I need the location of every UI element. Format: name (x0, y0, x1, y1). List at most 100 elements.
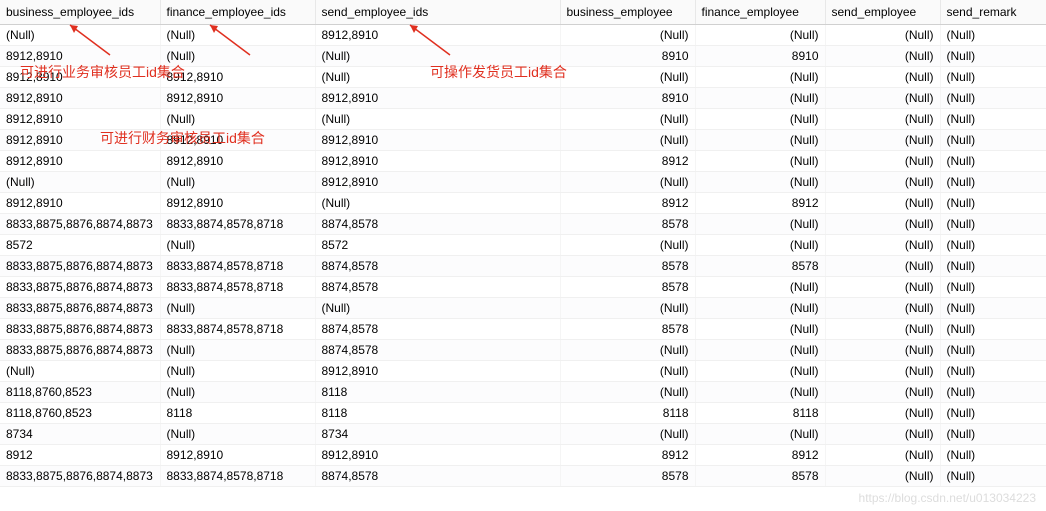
table-cell[interactable]: (Null) (825, 87, 940, 108)
table-row[interactable]: 8912,89108912,89108912,8910(Null)(Null)(… (0, 129, 1046, 150)
table-cell[interactable]: (Null) (940, 234, 1046, 255)
table-row[interactable]: 8912,89108912,89108912,89108910(Null)(Nu… (0, 87, 1046, 108)
table-cell[interactable]: 8912 (695, 444, 825, 465)
table-cell[interactable]: 8578 (560, 255, 695, 276)
col-header-finance-employee-ids[interactable]: finance_employee_ids (160, 0, 315, 24)
table-cell[interactable]: 8572 (0, 234, 160, 255)
table-cell[interactable]: (Null) (825, 129, 940, 150)
table-cell[interactable]: (Null) (695, 276, 825, 297)
col-header-send-employee-ids[interactable]: send_employee_ids (315, 0, 560, 24)
table-row[interactable]: 8833,8875,8876,8874,88738833,8874,8578,8… (0, 276, 1046, 297)
table-cell[interactable]: (Null) (695, 423, 825, 444)
table-cell[interactable]: (Null) (825, 234, 940, 255)
table-cell[interactable]: (Null) (825, 360, 940, 381)
table-cell[interactable]: (Null) (0, 24, 160, 45)
table-cell[interactable]: (Null) (940, 24, 1046, 45)
table-cell[interactable]: (Null) (825, 150, 940, 171)
table-cell[interactable]: 8833,8875,8876,8874,8873 (0, 213, 160, 234)
table-cell[interactable]: (Null) (825, 66, 940, 87)
table-cell[interactable]: 8118,8760,8523 (0, 402, 160, 423)
table-cell[interactable]: (Null) (825, 255, 940, 276)
table-cell[interactable]: (Null) (695, 150, 825, 171)
table-cell[interactable]: (Null) (940, 129, 1046, 150)
table-cell[interactable]: 8572 (315, 234, 560, 255)
table-cell[interactable]: 8874,8578 (315, 255, 560, 276)
table-cell[interactable]: (Null) (695, 234, 825, 255)
table-cell[interactable]: (Null) (560, 108, 695, 129)
table-cell[interactable]: 8912,8910 (315, 129, 560, 150)
table-cell[interactable]: (Null) (825, 213, 940, 234)
table-cell[interactable]: (Null) (160, 234, 315, 255)
col-header-send-remark[interactable]: send_remark (940, 0, 1046, 24)
table-cell[interactable]: (Null) (560, 297, 695, 318)
table-cell[interactable]: 8833,8874,8578,8718 (160, 213, 315, 234)
table-cell[interactable]: (Null) (695, 213, 825, 234)
table-cell[interactable]: (Null) (825, 318, 940, 339)
table-cell[interactable]: 8734 (0, 423, 160, 444)
table-cell[interactable]: (Null) (825, 24, 940, 45)
table-row[interactable]: 8833,8875,8876,8874,88738833,8874,8578,8… (0, 318, 1046, 339)
table-cell[interactable]: 8833,8875,8876,8874,8873 (0, 318, 160, 339)
data-table[interactable]: business_employee_ids finance_employee_i… (0, 0, 1046, 487)
table-cell[interactable]: (Null) (825, 171, 940, 192)
table-cell[interactable]: 8912,8910 (0, 129, 160, 150)
table-cell[interactable]: (Null) (940, 465, 1046, 486)
table-cell[interactable]: 8118,8760,8523 (0, 381, 160, 402)
table-cell[interactable]: (Null) (315, 108, 560, 129)
table-cell[interactable]: 8912 (560, 192, 695, 213)
table-cell[interactable]: 8912,8910 (315, 444, 560, 465)
table-cell[interactable]: (Null) (940, 66, 1046, 87)
table-cell[interactable]: (Null) (560, 129, 695, 150)
table-cell[interactable]: (Null) (560, 24, 695, 45)
table-cell[interactable]: 8912,8910 (315, 150, 560, 171)
table-cell[interactable]: (Null) (560, 171, 695, 192)
table-cell[interactable]: (Null) (160, 360, 315, 381)
table-cell[interactable]: (Null) (695, 87, 825, 108)
table-row[interactable]: 8118,8760,8523(Null)8118(Null)(Null)(Nul… (0, 381, 1046, 402)
table-cell[interactable]: (Null) (940, 402, 1046, 423)
table-cell[interactable]: 8912,8910 (0, 87, 160, 108)
table-cell[interactable]: (Null) (315, 66, 560, 87)
table-cell[interactable]: (Null) (825, 297, 940, 318)
table-cell[interactable]: 8833,8874,8578,8718 (160, 465, 315, 486)
table-cell[interactable]: (Null) (695, 129, 825, 150)
table-row[interactable]: 8833,8875,8876,8874,88738833,8874,8578,8… (0, 255, 1046, 276)
table-cell[interactable]: (Null) (825, 402, 940, 423)
table-cell[interactable]: 8912,8910 (0, 45, 160, 66)
table-cell[interactable]: 8912,8910 (315, 360, 560, 381)
table-row[interactable]: (Null)(Null)8912,8910(Null)(Null)(Null)(… (0, 171, 1046, 192)
table-cell[interactable]: (Null) (315, 297, 560, 318)
table-cell[interactable]: 8912,8910 (0, 150, 160, 171)
table-cell[interactable]: 8912,8910 (160, 150, 315, 171)
col-header-finance-employee[interactable]: finance_employee (695, 0, 825, 24)
table-cell[interactable]: (Null) (940, 192, 1046, 213)
table-cell[interactable]: 8118 (695, 402, 825, 423)
table-cell[interactable]: 8833,8874,8578,8718 (160, 276, 315, 297)
table-cell[interactable]: 8578 (560, 465, 695, 486)
table-row[interactable]: 8572(Null)8572(Null)(Null)(Null)(Null) (0, 234, 1046, 255)
table-cell[interactable]: (Null) (560, 381, 695, 402)
table-cell[interactable]: (Null) (940, 297, 1046, 318)
table-row[interactable]: 8734(Null)8734(Null)(Null)(Null)(Null) (0, 423, 1046, 444)
table-cell[interactable]: 8833,8874,8578,8718 (160, 318, 315, 339)
table-cell[interactable]: 8118 (160, 402, 315, 423)
table-cell[interactable]: 8833,8875,8876,8874,8873 (0, 465, 160, 486)
table-cell[interactable]: 8833,8875,8876,8874,8873 (0, 276, 160, 297)
table-cell[interactable]: (Null) (940, 87, 1046, 108)
table-cell[interactable]: (Null) (160, 108, 315, 129)
table-cell[interactable]: 8912 (560, 150, 695, 171)
table-cell[interactable]: (Null) (160, 339, 315, 360)
table-cell[interactable]: (Null) (825, 192, 940, 213)
table-cell[interactable]: (Null) (825, 108, 940, 129)
table-cell[interactable]: (Null) (560, 360, 695, 381)
table-cell[interactable]: (Null) (695, 108, 825, 129)
table-cell[interactable]: 8912,8910 (0, 192, 160, 213)
table-cell[interactable]: 8910 (560, 87, 695, 108)
table-cell[interactable]: (Null) (940, 423, 1046, 444)
table-cell[interactable]: (Null) (825, 423, 940, 444)
table-cell[interactable]: (Null) (315, 45, 560, 66)
table-cell[interactable]: 8912,8910 (315, 171, 560, 192)
table-cell[interactable]: (Null) (695, 360, 825, 381)
table-row[interactable]: 8118,8760,85238118811881188118(Null)(Nul… (0, 402, 1046, 423)
table-cell[interactable]: 8912 (695, 192, 825, 213)
